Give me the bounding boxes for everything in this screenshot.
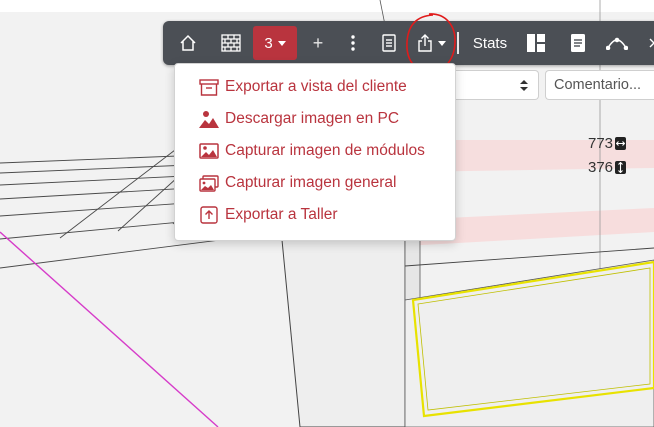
menu-item-download-image-pc[interactable]: Descargar imagen en PC <box>175 104 455 134</box>
home-icon <box>180 34 196 51</box>
option-select[interactable] <box>453 70 539 100</box>
layout-button[interactable] <box>525 21 547 65</box>
menu-item-capture-general-image[interactable]: Capturar imagen general <box>175 168 455 198</box>
curve-button[interactable] <box>605 21 629 65</box>
menu-item-label: Capturar imagen general <box>225 174 397 191</box>
menu-item-capture-modules-image[interactable]: Capturar imagen de módulos <box>175 136 455 166</box>
wall-button[interactable] <box>218 21 244 65</box>
vertical-arrows-icon <box>615 161 627 174</box>
archive-box-icon <box>199 77 219 97</box>
report-button[interactable] <box>567 21 589 65</box>
horizontal-arrows-icon <box>615 137 627 150</box>
plus-label: + <box>312 32 324 53</box>
menu-item-export-client-view[interactable]: Exportar a vista del cliente <box>175 72 455 102</box>
stats-button[interactable]: Stats <box>471 21 509 65</box>
upload-arrow-icon <box>199 205 219 225</box>
menu-item-label: Exportar a Taller <box>225 206 338 223</box>
add-button[interactable]: + <box>308 21 328 65</box>
comment-input[interactable] <box>545 70 654 100</box>
sort-arrows-icon <box>520 80 528 91</box>
module-count-dropdown[interactable]: 3 <box>253 26 297 60</box>
caret-down-icon <box>277 40 286 46</box>
module-count-label: 3 <box>264 34 273 52</box>
width-value: 773 <box>588 135 614 152</box>
more-options-button[interactable] <box>343 21 363 65</box>
partial-toolbar-button[interactable] <box>645 21 654 65</box>
document-icon <box>382 34 396 52</box>
document-button[interactable] <box>378 21 400 65</box>
height-value: 376 <box>588 159 614 176</box>
width-dimension: 773 <box>588 135 627 152</box>
menu-item-label: Exportar a vista del cliente <box>225 78 407 95</box>
menu-item-label: Capturar imagen de módulos <box>225 142 425 159</box>
layout-grid-icon <box>527 34 545 52</box>
filled-document-icon <box>571 34 585 52</box>
height-dimension: 376 <box>588 159 627 176</box>
user-image-icon <box>199 109 219 129</box>
bezier-curve-icon <box>606 37 628 50</box>
home-button[interactable] <box>175 21 201 65</box>
brick-wall-icon <box>221 34 241 52</box>
menu-item-export-workshop[interactable]: Exportar a Taller <box>175 200 455 230</box>
stats-label: Stats <box>472 34 508 52</box>
export-menu: Exportar a vista del cliente Descargar i… <box>174 63 456 241</box>
vertical-dots-icon <box>351 35 355 51</box>
images-icon <box>199 173 219 193</box>
image-icon <box>199 141 219 161</box>
menu-item-label: Descargar imagen en PC <box>225 110 400 127</box>
partial-icon <box>649 38 654 48</box>
